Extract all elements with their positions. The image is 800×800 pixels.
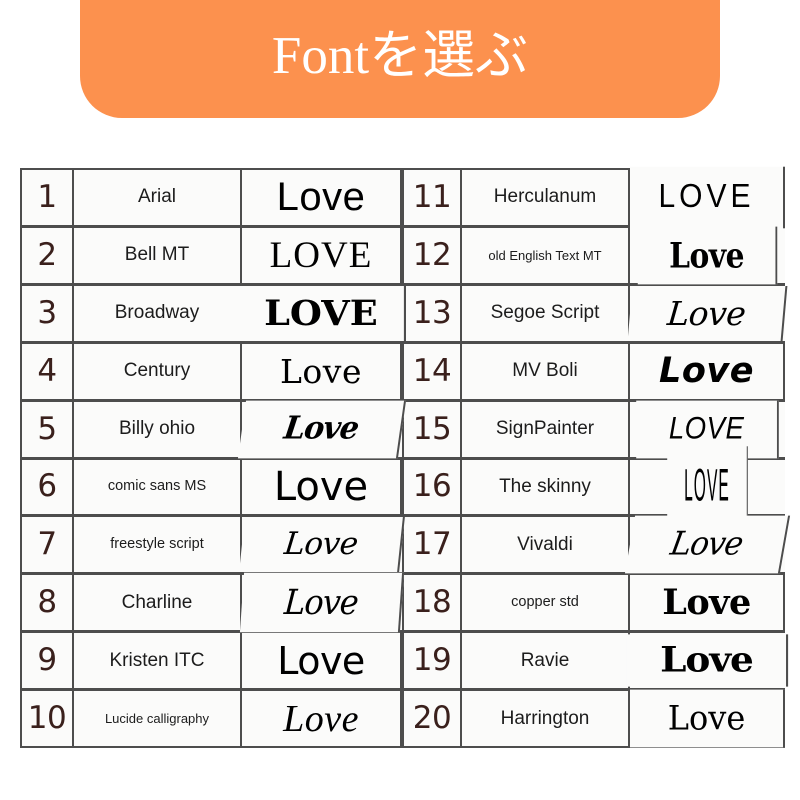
- table-row[interactable]: 13 Segoe Script Love: [402, 284, 788, 343]
- table-row[interactable]: 10 Lucide calligraphy Love: [20, 690, 402, 749]
- font-sample: Love: [637, 226, 778, 285]
- font-sample: Love: [242, 459, 402, 515]
- row-number: 14: [402, 343, 462, 399]
- font-name: Bell MT: [74, 227, 242, 283]
- row-number: 11: [402, 170, 462, 225]
- font-name: Vivaldi: [462, 517, 630, 573]
- font-sample: LOVE: [242, 227, 402, 283]
- font-sample: Love: [242, 343, 402, 399]
- font-name: Broadway: [74, 285, 242, 341]
- row-number: 8: [20, 575, 74, 631]
- row-number: 9: [20, 633, 74, 689]
- font-sample: Love: [630, 689, 785, 748]
- page-title: Fontを選ぶ: [271, 26, 529, 85]
- row-number: 13: [402, 285, 462, 341]
- table-row[interactable]: 1 Arial Love: [20, 168, 402, 227]
- header-banner: Fontを選ぶ: [80, 0, 720, 118]
- table-row[interactable]: 9 Kristen ITC Love: [20, 632, 402, 691]
- font-sample: LOVE: [238, 285, 406, 341]
- font-name: Segoe Script: [462, 285, 630, 341]
- row-number: 16: [402, 459, 462, 515]
- row-number: 5: [20, 401, 74, 457]
- font-name: The skinny: [462, 459, 630, 515]
- row-number: 4: [20, 343, 74, 399]
- font-sample: Love: [237, 400, 407, 458]
- row-number: 2: [20, 227, 74, 283]
- row-number: 18: [402, 575, 462, 631]
- row-number: 6: [20, 459, 74, 515]
- row-number: 12: [402, 227, 462, 283]
- font-name: Kristen ITC: [74, 633, 242, 689]
- row-number: 15: [402, 401, 462, 457]
- font-name: old English Text MT: [462, 227, 630, 283]
- table-row[interactable]: 4 Century Love: [20, 342, 402, 401]
- row-number: 10: [20, 691, 74, 747]
- font-sample: Love: [242, 633, 402, 689]
- row-number: 1: [20, 170, 74, 225]
- row-number: 17: [402, 517, 462, 573]
- table-row[interactable]: 17 Vivaldi Love: [402, 516, 791, 575]
- row-number: 20: [402, 691, 462, 747]
- font-name: Lucide calligraphy: [74, 691, 242, 747]
- font-name: Herculanum: [462, 170, 630, 225]
- font-sample: Love: [239, 517, 405, 573]
- font-sample: Love: [630, 575, 785, 631]
- table-row[interactable]: 12 old English Text MT Love: [402, 226, 785, 285]
- font-table-right-half: 11 Herculanum LOVE 12 old English Text M…: [402, 166, 791, 749]
- table-row[interactable]: 20 Harrington Love: [402, 689, 785, 749]
- font-sample: Love: [242, 170, 402, 225]
- font-name: Charline: [74, 575, 242, 631]
- font-name: copper std: [462, 575, 630, 631]
- font-sample: Love: [627, 285, 788, 341]
- font-sample: LOVE: [630, 166, 785, 229]
- font-name: comic sans MS: [74, 459, 242, 515]
- font-name: SignPainter: [462, 401, 630, 457]
- row-number: 19: [402, 633, 462, 689]
- font-name: freestyle script: [74, 517, 242, 573]
- table-row[interactable]: 11 Herculanum LOVE: [402, 166, 785, 229]
- font-sample: Love: [242, 691, 402, 747]
- font-name: Century: [74, 343, 242, 399]
- table-row[interactable]: 16 The skinny LOVE: [402, 445, 785, 529]
- table-row[interactable]: 2 Bell MT LOVE: [20, 226, 402, 285]
- font-name: Billy ohio: [74, 401, 242, 457]
- table-row[interactable]: 7 freestyle script Love: [20, 516, 405, 575]
- row-number: 7: [20, 517, 74, 573]
- font-name: Harrington: [462, 691, 630, 747]
- font-sample: Love: [239, 573, 405, 633]
- font-table-left-half: 1 Arial Love 2 Bell MT LOVE 3 Broadway L…: [20, 168, 407, 749]
- table-row[interactable]: 5 Billy ohio Love: [20, 400, 407, 459]
- table-row[interactable]: 18 copper std Love: [402, 574, 785, 633]
- font-sample: Love: [626, 634, 789, 687]
- row-number: 3: [20, 285, 74, 341]
- font-sample: Love: [630, 343, 785, 399]
- table-row[interactable]: 8 Charline Love: [20, 573, 405, 633]
- table-row[interactable]: 6 comic sans MS Love: [20, 458, 402, 517]
- font-sample: Love: [624, 516, 791, 574]
- font-list-table: 1 Arial Love 2 Bell MT LOVE 3 Broadway L…: [20, 166, 791, 749]
- font-name: Arial: [74, 170, 242, 225]
- font-name: Ravie: [462, 633, 630, 689]
- font-name: MV Boli: [462, 343, 630, 399]
- table-row[interactable]: 19 Ravie Love: [402, 632, 789, 691]
- table-row[interactable]: 14 MV Boli Love: [402, 342, 785, 401]
- table-row[interactable]: 3 Broadway LOVE: [20, 284, 406, 343]
